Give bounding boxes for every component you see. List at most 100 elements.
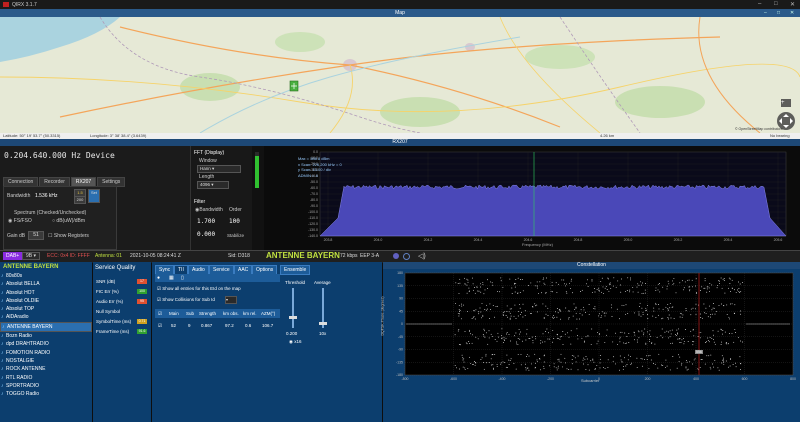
- level-meter: [252, 146, 264, 250]
- map-maximize-icon[interactable]: □: [777, 9, 780, 17]
- constellation-y-tick: -45: [398, 335, 403, 339]
- constellation-x-tick: -200: [547, 377, 554, 381]
- minimize-icon[interactable]: –: [758, 1, 761, 7]
- tii-col-azm: AZM(°): [261, 311, 276, 316]
- music-note-icon: ♪: [1, 306, 4, 313]
- station-label: AlDAradio: [6, 314, 29, 321]
- music-note-icon: ♪: [1, 374, 4, 381]
- list-item[interactable]: ♪ ROCK ANTENNE: [0, 365, 92, 373]
- music-note-icon: ♪: [1, 273, 4, 279]
- stabilize-toggle[interactable]: Stabilize: [227, 233, 244, 238]
- average-slider-handle[interactable]: [319, 322, 327, 325]
- channel-select[interactable]: 9B ▾: [22, 252, 41, 260]
- music-note-icon: ♪: [2, 323, 5, 330]
- frequency-display[interactable]: 0.204.640.000 Hz Device: [4, 151, 115, 160]
- tii-cell-km-obs: 97.2: [225, 323, 234, 328]
- tii-col-sub: Sub: [186, 311, 195, 316]
- sub-id-select[interactable]: ▾: [225, 296, 237, 304]
- tab-ensemble[interactable]: Ensemble: [280, 265, 311, 275]
- sid-readout: Sid: D318: [228, 253, 250, 259]
- record-icon[interactable]: [393, 253, 399, 259]
- play-icon[interactable]: [403, 253, 410, 260]
- tii-col-km-obs: km obs.: [223, 311, 239, 316]
- antenna-readout: Antenna: 01: [95, 253, 122, 259]
- threshold-slider-track[interactable]: [292, 288, 294, 328]
- x16-radio[interactable]: ◉ x16: [289, 339, 301, 345]
- constellation-y-tick: 180: [397, 271, 403, 275]
- show-collisions-checkbox[interactable]: ☑ Show Collisions for Sub Id: [157, 297, 215, 303]
- constellation-x-tick: 600: [742, 377, 748, 381]
- list-item[interactable]: ♪ Absolut HOT: [0, 289, 92, 297]
- map-minimize-icon[interactable]: –: [764, 9, 767, 17]
- service-quality-panel: Service Quality SNR (dB) 17 FIC Err (%) …: [93, 262, 151, 422]
- current-station-name: ANTENNE BAYERN: [266, 251, 340, 260]
- constellation-ylabel: DQPSK Phase (degrees): [380, 296, 385, 336]
- gain-input[interactable]: 51: [28, 231, 44, 240]
- show-all-entries-checkbox[interactable]: ☑ Show all entries for this EId on the m…: [157, 286, 241, 292]
- threshold-slider-handle[interactable]: [289, 316, 297, 319]
- station-label: 80s80s: [6, 273, 23, 279]
- music-note-icon: ♪: [1, 297, 4, 304]
- music-note-icon: ♪: [1, 281, 4, 288]
- map-header: Map – □ ✕: [0, 9, 800, 17]
- list-item[interactable]: ♪ FOMOTION RADIO: [0, 349, 92, 357]
- bandwidth-option-2[interactable]: 200: [74, 196, 86, 204]
- list-item[interactable]: ♪ TOGGO Radio: [0, 390, 92, 398]
- constellation-y-tick: 135: [397, 284, 403, 288]
- tii-header-check: ☑: [158, 311, 163, 316]
- list-item[interactable]: ♪ AlDAradio: [0, 313, 92, 321]
- tii-row-check[interactable]: ☑: [158, 323, 162, 329]
- constellation-title: Constellation: [577, 262, 606, 268]
- show-registers-checkbox[interactable]: ☐ Show Registers: [48, 233, 89, 239]
- close-icon[interactable]: ✕: [790, 1, 795, 8]
- spectrum-y-tick: -80.0: [310, 198, 318, 202]
- zoom-in-button[interactable]: +: [781, 100, 785, 106]
- list-item[interactable]: ♪ Absolut OLDIE: [0, 297, 92, 305]
- tii-page-icon[interactable]: ▯: [181, 275, 184, 281]
- threshold-label: Threshold: [285, 280, 306, 285]
- filter-value-3[interactable]: 0.000: [197, 231, 215, 238]
- spectrum-y-tick: 0.0: [313, 150, 318, 154]
- tii-dot-icon[interactable]: ●: [157, 275, 160, 281]
- spectrum-y-tick: -90.0: [310, 204, 318, 208]
- station-label: FOMOTION RADIO: [6, 349, 51, 356]
- window-select[interactable]: Hann ▾: [197, 165, 241, 173]
- list-item[interactable]: ♪ dpd DRAHTRADIO: [0, 340, 92, 348]
- list-item[interactable]: ♪ SPORTRADIO: [0, 382, 92, 390]
- list-item[interactable]: ♪ Bozn Radio: [0, 332, 92, 340]
- music-note-icon: ♪: [1, 289, 4, 296]
- constellation-chart[interactable]: 18013590450-45-90-135-180 -800 -600 -400 -2…: [383, 269, 800, 422]
- list-item[interactable]: ♪ 80s80s: [0, 272, 92, 280]
- audio-err-value: 95: [137, 299, 147, 304]
- bandwidth-set-button[interactable]: Set: [88, 189, 100, 203]
- list-item[interactable]: ♪ Absolut BELLA: [0, 280, 92, 288]
- station-list: ANTENNE BAYERN ♪ 80s80s ♪ Absolut BELLA ♪ A…: [0, 262, 92, 422]
- music-note-icon: ♪: [1, 314, 4, 321]
- tii-panel: Sync TII Audio Service AAC Options Ensem…: [152, 262, 382, 422]
- dbm-radio-label: dB(uW)/dBm: [56, 218, 86, 224]
- list-item[interactable]: ♪ NOSTALGIE: [0, 357, 92, 365]
- station-list-header: ANTENNE BAYERN: [3, 264, 59, 270]
- list-item[interactable]: ♪ Absolut TOP: [0, 305, 92, 313]
- speaker-icon[interactable]: ◁): [418, 252, 426, 260]
- spectrum-y-tick: -70.0: [310, 192, 318, 196]
- list-item[interactable]: ♪ RTL RADIO: [0, 374, 92, 382]
- station-label: TOGGO Radio: [6, 391, 39, 398]
- spectrum-mode-label: Spectrum (Checked/Unchecked): [14, 210, 87, 216]
- map-tiles: [0, 17, 800, 133]
- fs-radio[interactable]: ◉ FS/FSO: [8, 218, 32, 224]
- spectrum-view[interactable]: 0.0 -10.0 -20.0 -30.0 -40.0 -50.0 -60.0 -70.0 -8…: [264, 146, 800, 250]
- music-note-icon: ♪: [1, 357, 4, 364]
- tii-table-icon[interactable]: ▦: [169, 275, 174, 281]
- map-view[interactable]: + © OpenStreetMap contributors: [0, 17, 800, 133]
- length-select[interactable]: 4096 ▾: [197, 181, 229, 189]
- filter-value-2[interactable]: 100: [229, 218, 240, 225]
- filter-bandwidth-radio[interactable]: ◉Bandwidth: [195, 207, 223, 213]
- dbm-radio[interactable]: ○ dB(uW)/dBm: [52, 218, 85, 224]
- list-item-selected[interactable]: ♪ ANTENNE BAYERN: [0, 321, 92, 333]
- table-row[interactable]: ☑ 52 9 0.867 97.2 0.6 106.7: [155, 321, 280, 330]
- music-note-icon: ♪: [1, 391, 4, 398]
- map-close-icon[interactable]: ✕: [790, 9, 794, 17]
- filter-value-1[interactable]: 1.700: [197, 218, 215, 225]
- maximize-icon[interactable]: □: [774, 1, 778, 7]
